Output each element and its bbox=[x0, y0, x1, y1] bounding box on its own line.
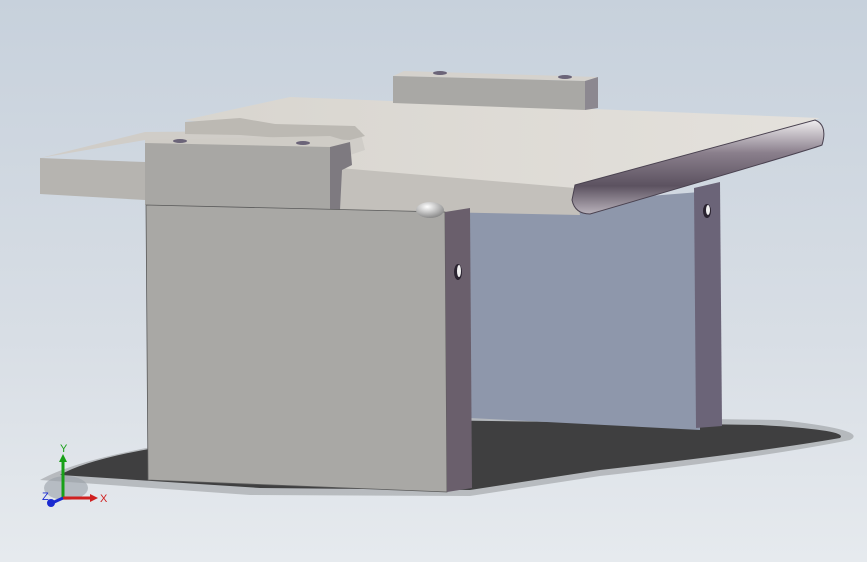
left-plate-front bbox=[40, 158, 145, 200]
ball-detent bbox=[416, 202, 444, 218]
triad-z-label: Z bbox=[42, 491, 49, 503]
3d-model[interactable] bbox=[0, 0, 867, 562]
front-leg-front bbox=[145, 204, 448, 493]
triad-x-label: X bbox=[100, 493, 108, 505]
upper-block-side bbox=[585, 77, 598, 110]
graphics-viewport[interactable]: Y X Z bbox=[0, 0, 867, 562]
clamp-block-front bbox=[145, 143, 330, 210]
back-panel bbox=[445, 192, 700, 430]
coordinate-triad: Y X Z bbox=[38, 440, 113, 510]
triad-base bbox=[44, 476, 88, 500]
front-leg-side bbox=[445, 208, 472, 492]
right-leg-front bbox=[694, 182, 722, 428]
triad-y-label: Y bbox=[60, 443, 68, 455]
